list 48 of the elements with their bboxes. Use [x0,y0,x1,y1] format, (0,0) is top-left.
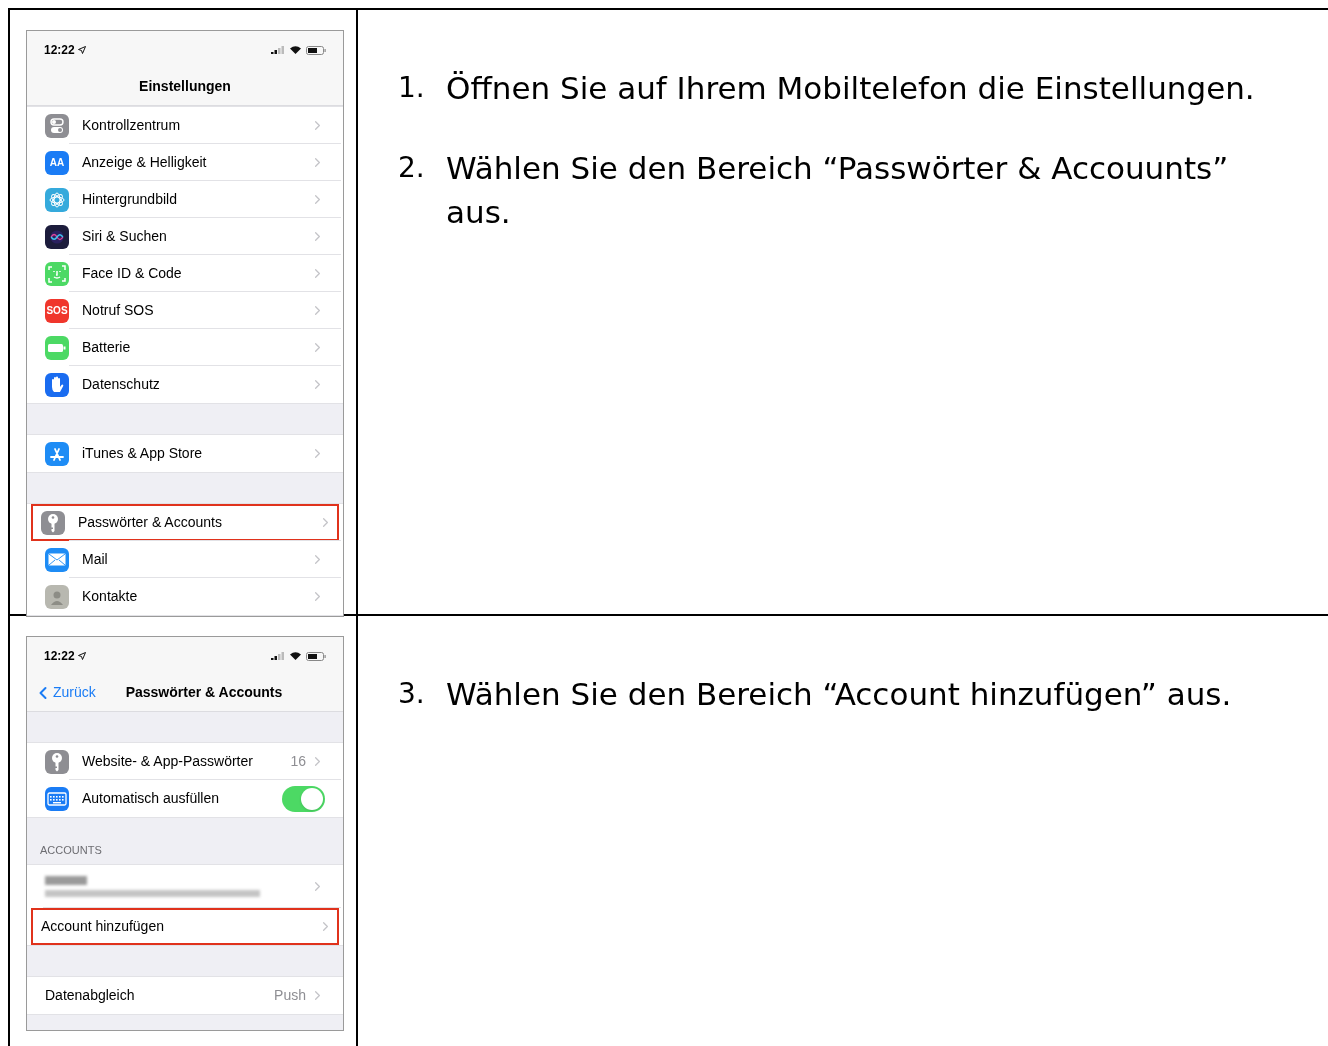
location-arrow-icon [77,46,86,54]
row-label: Hintergrundbild [82,190,178,209]
key-icon [50,751,64,772]
app-tile-icon: AA [45,150,69,175]
section-header: ACCOUNTS [40,842,102,858]
envelope-icon [48,553,66,566]
step-number: 2. [398,150,426,186]
row-label: Automatisch ausfüllen [82,789,220,808]
status-time: 12:22 [44,42,75,59]
wifi-icon [290,46,301,54]
row-value: Push [274,986,306,1005]
row-label: Notruf SOS [82,301,155,320]
status-time: 12:22 [44,648,75,665]
row-label: Face ID & Code [82,264,183,283]
battery-status-icon [306,651,326,661]
row-label: Anzeige & Helligkeit [82,153,208,172]
app-tile-icon: SOS [45,298,69,323]
row-label: Passwörter & Accounts [78,513,223,532]
step-text: Öffnen Sie auf Ihrem Mobiltelefon die Einstellungen. [446,69,1255,108]
screen-title: Passwörter & Accounts [125,683,283,702]
screen-title: Einstellungen [139,77,231,96]
row-label: Mail [82,550,109,569]
row-label: Batterie [82,338,132,357]
step-number: 1. [398,70,426,106]
row-label: Kontakte [82,587,139,606]
toggle-switch[interactable] [282,785,325,812]
step-text: Wählen Sie den Bereich “Account hinzufügen” aus. [446,675,1232,714]
row-label: Account hinzufügen [41,917,165,936]
step-number: 3. [398,676,426,712]
row-label: Datenabgleich [45,986,136,1005]
row-label: Siri & Suchen [82,227,168,246]
row-label: Website- & App-Passwörter [82,752,254,771]
row-label: Datenschutz [82,375,161,394]
step-text: Wählen Sie den Bereich “Passwörter & Accouunts” aus. [446,149,1230,232]
battery-icon [48,342,66,353]
signal-icon [271,652,285,660]
settings-row[interactable]: Passwörter & Accounts [31,504,339,541]
battery-status-icon [306,45,326,55]
location-arrow-icon [77,652,86,660]
row-label: Kontrollzentrum [82,116,182,135]
row-value: 16 [290,752,306,771]
keyboard-icon [47,791,67,806]
signal-icon [271,46,285,54]
back-button[interactable]: Zurück [33,682,96,703]
settings-row[interactable]: Account hinzufügen [31,908,339,945]
key-icon [46,512,60,533]
wifi-icon [290,652,301,660]
row-label: iTunes & App Store [82,444,204,463]
